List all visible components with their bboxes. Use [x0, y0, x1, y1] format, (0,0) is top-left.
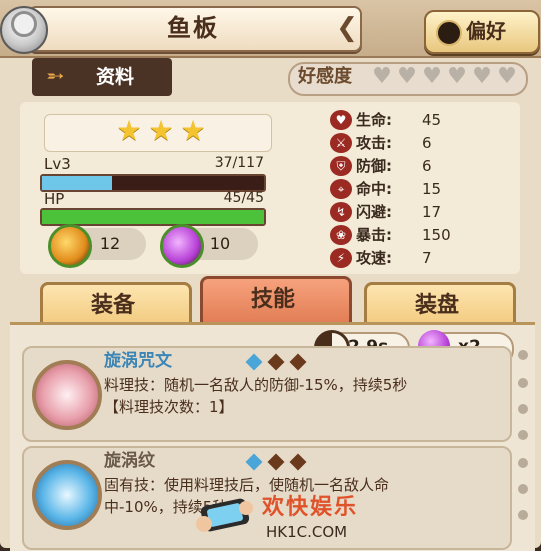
heart-icon: ♥ [422, 64, 442, 89]
stat-label: 命中: [356, 180, 392, 198]
info-tab-label: 资料 [96, 66, 135, 88]
vortex-spell-icon [32, 360, 102, 430]
skill-desc-line: 料理技：随机一名敌人的防御-15%，持续5秒 [104, 376, 408, 394]
star-icon: ★ [116, 114, 142, 147]
crystal-icon [32, 460, 102, 530]
star-icon: ★ [148, 114, 174, 147]
scroll-dot [518, 404, 528, 414]
stat-label: 攻击: [356, 134, 392, 152]
scroll-dot [518, 378, 528, 388]
heart-icon: ♥ [447, 64, 467, 89]
stat-value: 45 [422, 111, 442, 129]
stat-value: 6 [422, 134, 432, 152]
item-b-count: 10 [209, 234, 231, 253]
exp-bar-fill [42, 176, 113, 190]
skill-name: 旋涡咒文 [104, 351, 172, 371]
stat-value: 15 [422, 180, 442, 198]
potion-icon[interactable] [48, 224, 92, 268]
skill-desc-line: 【料理技次数：1】 [104, 398, 234, 416]
stat-value: 150 [422, 226, 451, 244]
stat-label: 防御: [356, 157, 392, 175]
heart-icon: ♥ [472, 64, 492, 89]
skill-name: 旋涡纹 [104, 451, 155, 471]
shield-icon: ⛨ [330, 156, 352, 176]
lightning-icon: ⚡ [330, 248, 352, 268]
heart-icon: ♥ [330, 110, 352, 130]
favorability-label: 好感度 [298, 66, 352, 87]
stat-value: 7 [422, 249, 432, 267]
heart-icon: ♥ [497, 64, 517, 89]
stat-label: 闪避: [356, 203, 392, 221]
scroll-dot [518, 350, 528, 360]
skill-desc-line: 固有技：使用料理技后，使随机一名敌人命 [104, 476, 390, 494]
page-title: 鱼板 [167, 14, 219, 42]
star-icon: ★ [180, 114, 206, 147]
heart-icon: ♥ [397, 64, 417, 89]
hp-value: 45/45 [223, 190, 264, 206]
back-button-icon [11, 11, 37, 37]
gem-icon[interactable] [160, 224, 204, 268]
watermark-site: HK1C.COM [266, 523, 348, 541]
level-label: Lv3 [44, 155, 71, 173]
scroll-dot [518, 458, 528, 468]
hp-bar [40, 208, 266, 226]
scroll-dot [518, 484, 528, 494]
item-a-count: 12 [99, 234, 121, 253]
stat-label: 生命: [356, 111, 392, 129]
stat-label: 暴击: [356, 226, 392, 244]
stat-label: 攻速: [356, 249, 392, 267]
preference-dot-icon [436, 20, 462, 46]
dodge-icon: ↯ [330, 202, 352, 222]
heart-icon: ♥ [372, 64, 392, 89]
stat-value: 6 [422, 157, 432, 175]
tab-plate-label: 装盘 [414, 293, 459, 318]
tab-equipment-label: 装备 [90, 293, 135, 318]
chevron-left-icon: ❮ [336, 13, 358, 43]
crosshair-icon: ⌖ [330, 179, 352, 199]
hp-label: HP [44, 190, 65, 208]
exp-value: 37/117 [214, 155, 264, 171]
scroll-dot [518, 430, 528, 440]
preference-label: 偏好 [466, 19, 506, 43]
watermark-title: 欢快娱乐 [262, 495, 359, 520]
ladle-icon: ➵ [46, 64, 65, 89]
stat-value: 17 [422, 203, 442, 221]
sword-icon: ⚔ [330, 133, 352, 153]
watermark-logo-icon [196, 498, 253, 532]
paw-icon: ❀ [330, 225, 352, 245]
scroll-dot [518, 510, 528, 520]
hp-bar-fill [42, 210, 264, 224]
tab-skills-label: 技能 [250, 287, 295, 312]
